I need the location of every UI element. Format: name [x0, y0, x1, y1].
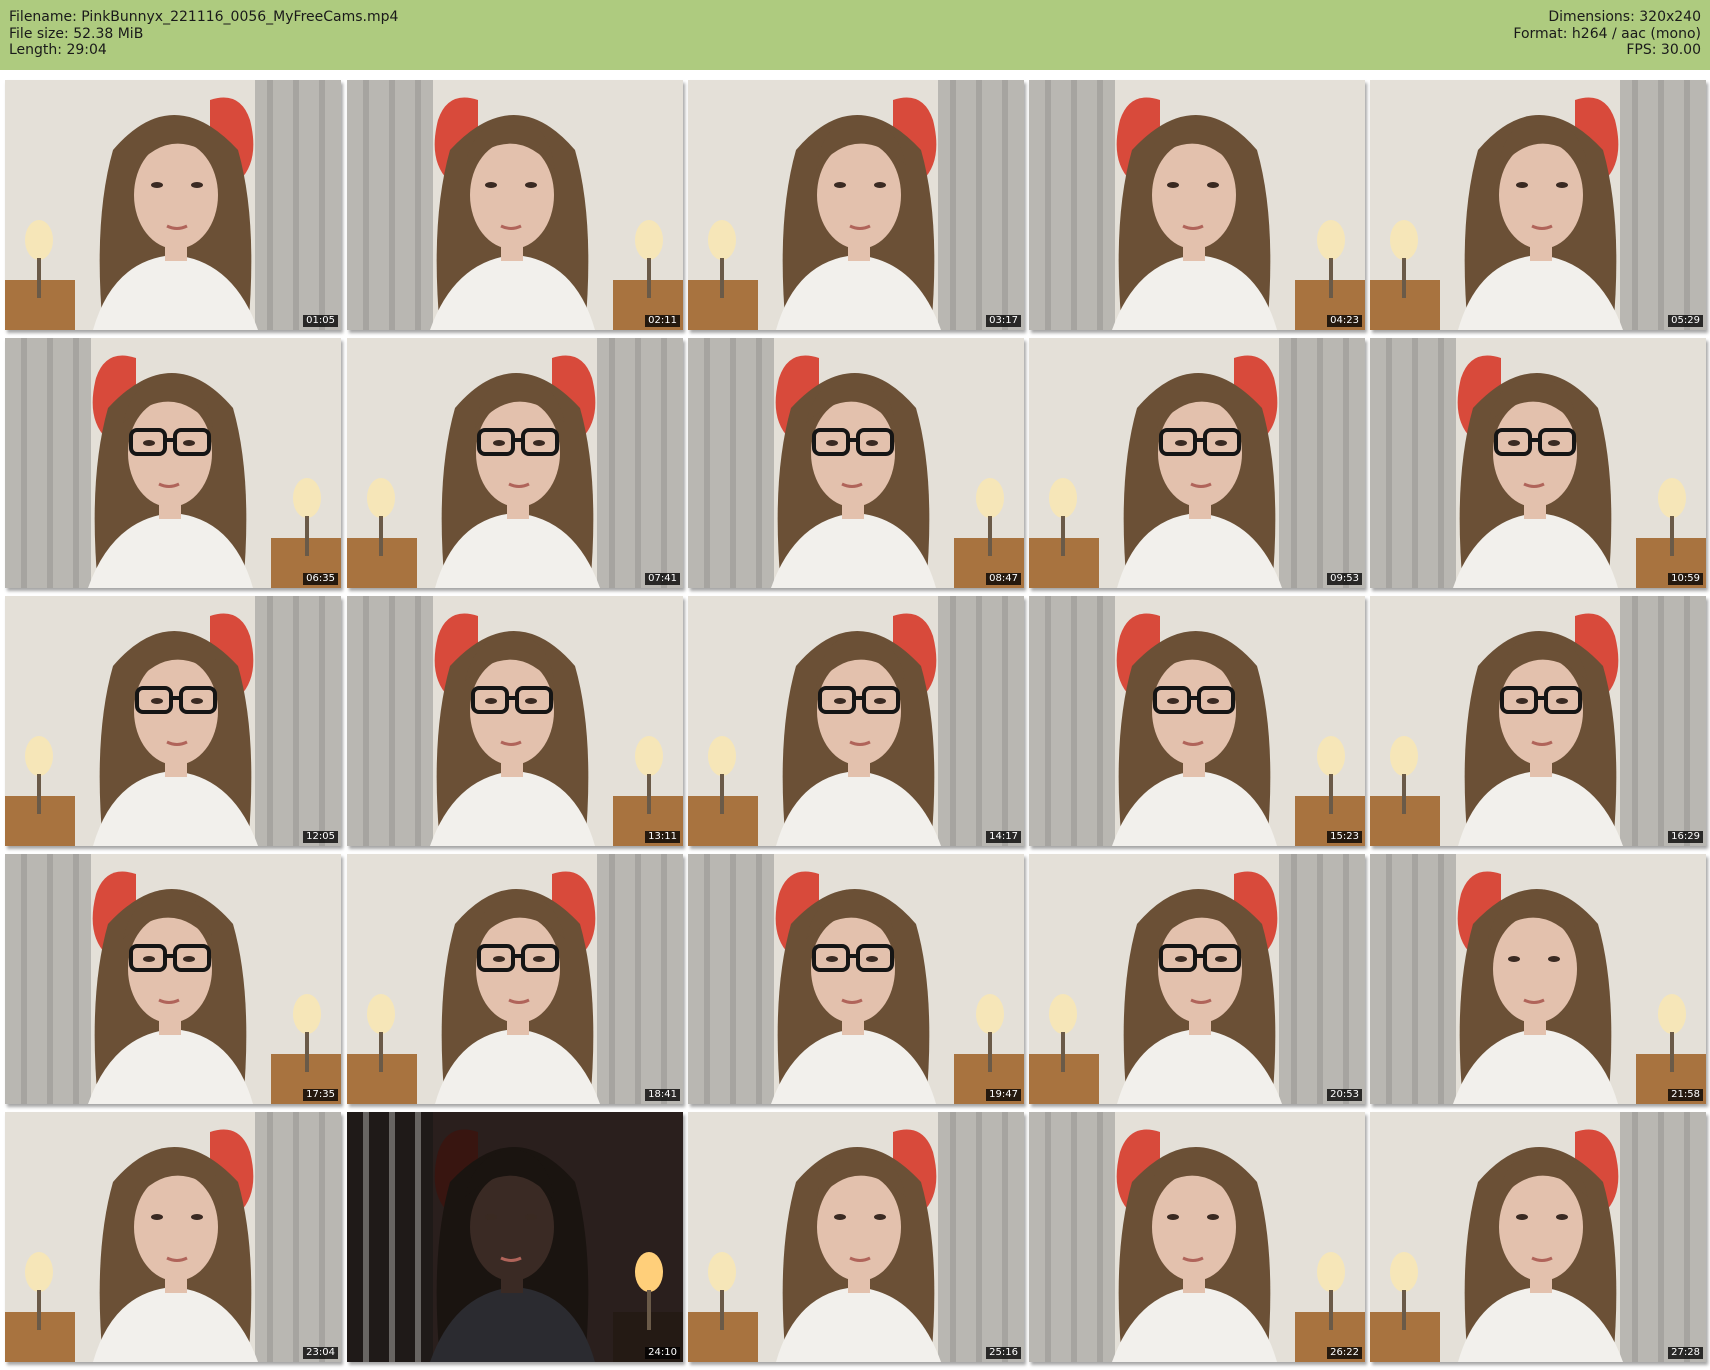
frame-image [688, 1112, 1024, 1362]
frame-image [1029, 854, 1365, 1104]
frame-image [1370, 80, 1706, 330]
frame-image [688, 338, 1024, 588]
frame-image [5, 596, 341, 846]
video-frame-thumbnail: 01:05 [5, 80, 341, 330]
frame-image [347, 1112, 683, 1362]
video-frame-thumbnail: 27:28 [1370, 1112, 1706, 1362]
frame-image [1370, 338, 1706, 588]
frame-image [1370, 854, 1706, 1104]
video-frame-thumbnail: 23:04 [5, 1112, 341, 1362]
video-frame-thumbnail: 06:35 [5, 338, 341, 588]
frame-image [5, 854, 341, 1104]
frame-timestamp: 23:04 [303, 1347, 338, 1359]
frame-timestamp: 15:23 [1327, 831, 1362, 843]
frame-timestamp: 27:28 [1668, 1347, 1703, 1359]
frame-image [347, 80, 683, 330]
frame-timestamp: 24:10 [645, 1347, 680, 1359]
video-frame-thumbnail: 16:29 [1370, 596, 1706, 846]
frame-timestamp: 14:17 [986, 831, 1021, 843]
frame-image [1370, 596, 1706, 846]
frame-image [1029, 1112, 1365, 1362]
video-frame-thumbnail: 19:47 [688, 854, 1024, 1104]
video-frame-thumbnail: 02:11 [347, 80, 683, 330]
video-frame-thumbnail: 25:16 [688, 1112, 1024, 1362]
frame-timestamp: 01:05 [303, 315, 338, 327]
frame-image [5, 1112, 341, 1362]
frame-timestamp: 26:22 [1327, 1347, 1362, 1359]
frame-timestamp: 02:11 [645, 315, 680, 327]
frame-timestamp: 05:29 [1668, 315, 1703, 327]
video-frame-thumbnail: 07:41 [347, 338, 683, 588]
frame-timestamp: 25:16 [986, 1347, 1021, 1359]
frame-image [347, 596, 683, 846]
frame-timestamp: 16:29 [1668, 831, 1703, 843]
frame-timestamp: 09:53 [1327, 573, 1362, 585]
video-frame-thumbnail: 13:11 [347, 596, 683, 846]
frame-image [1370, 1112, 1706, 1362]
frame-timestamp: 18:41 [645, 1089, 680, 1101]
frame-timestamp: 13:11 [645, 831, 680, 843]
video-frame-thumbnail: 12:05 [5, 596, 341, 846]
video-frame-thumbnail: 24:10 [347, 1112, 683, 1362]
frame-timestamp: 07:41 [645, 573, 680, 585]
frame-image [347, 854, 683, 1104]
video-frame-thumbnail: 21:58 [1370, 854, 1706, 1104]
video-frame-thumbnail: 14:17 [688, 596, 1024, 846]
frame-image [1029, 338, 1365, 588]
frame-timestamp: 21:58 [1668, 1089, 1703, 1101]
video-frame-thumbnail: 05:29 [1370, 80, 1706, 330]
frame-image [1029, 596, 1365, 846]
video-frame-thumbnail: 15:23 [1029, 596, 1365, 846]
frame-timestamp: 06:35 [303, 573, 338, 585]
frame-timestamp: 08:47 [986, 573, 1021, 585]
frame-image [688, 596, 1024, 846]
frame-timestamp: 20:53 [1327, 1089, 1362, 1101]
video-frame-thumbnail: 04:23 [1029, 80, 1365, 330]
video-frame-thumbnail: 17:35 [5, 854, 341, 1104]
thumbnail-grid: 01:05 02:11 03:17 04:23 05:29 06:35 07:41 08:47… [0, 0, 1710, 1370]
video-frame-thumbnail: 10:59 [1370, 338, 1706, 588]
video-frame-thumbnail: 03:17 [688, 80, 1024, 330]
video-frame-thumbnail: 18:41 [347, 854, 683, 1104]
frame-timestamp: 03:17 [986, 315, 1021, 327]
frame-image [5, 338, 341, 588]
frame-image [688, 80, 1024, 330]
frame-timestamp: 17:35 [303, 1089, 338, 1101]
frame-timestamp: 04:23 [1327, 315, 1362, 327]
frame-image [5, 80, 341, 330]
frame-image [347, 338, 683, 588]
frame-image [688, 854, 1024, 1104]
frame-timestamp: 12:05 [303, 831, 338, 843]
frame-timestamp: 19:47 [986, 1089, 1021, 1101]
video-frame-thumbnail: 09:53 [1029, 338, 1365, 588]
video-frame-thumbnail: 26:22 [1029, 1112, 1365, 1362]
frame-image [1029, 80, 1365, 330]
video-frame-thumbnail: 20:53 [1029, 854, 1365, 1104]
frame-timestamp: 10:59 [1668, 573, 1703, 585]
video-frame-thumbnail: 08:47 [688, 338, 1024, 588]
